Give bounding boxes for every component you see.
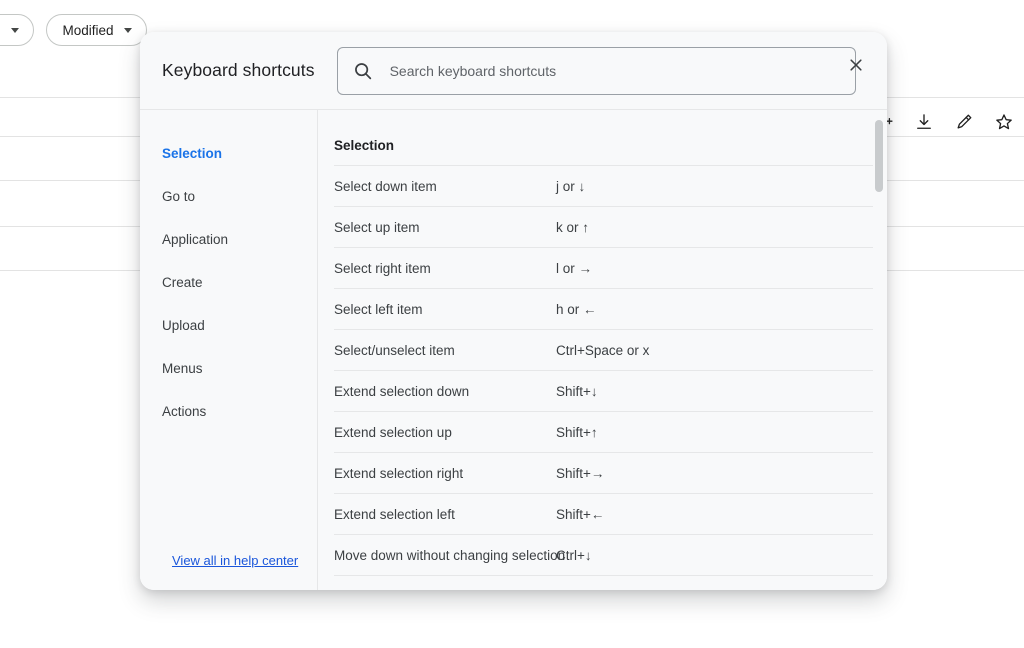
shortcut-keys: Shift+↑	[556, 425, 873, 440]
shortcut-label: Select/unselect item	[334, 343, 556, 358]
shortcut-label: Extend selection down	[334, 384, 556, 399]
shortcuts-list: Selection Select down item j or ↓ Select…	[318, 110, 887, 590]
shortcut-label: Select left item	[334, 302, 556, 317]
sidebar-item-create[interactable]: Create	[140, 261, 317, 304]
table-row: Extend selection right Shift+→	[334, 452, 873, 493]
shortcut-label: Extend selection up	[334, 425, 556, 440]
shortcut-keys: Shift+←	[556, 507, 873, 522]
filter-chip-people[interactable]: ople	[0, 14, 34, 46]
shortcut-label: Move up without changing selection	[334, 589, 556, 591]
shortcut-keys: Shift+→	[556, 466, 873, 481]
table-row: Select left item h or ←	[334, 288, 873, 329]
sidebar-item-label: Upload	[162, 318, 205, 333]
sidebar-item-actions[interactable]: Actions	[140, 390, 317, 433]
shortcut-keys: h or ←	[556, 302, 873, 317]
scrollbar-thumb[interactable]	[875, 120, 883, 192]
shortcut-keys: l or →	[556, 261, 873, 276]
filter-chip-people-label: ople	[0, 23, 1, 38]
sidebar-item-menus[interactable]: Menus	[140, 347, 317, 390]
table-row: Move up without changing selection Ctrl+…	[334, 575, 873, 590]
table-row: Extend selection up Shift+↑	[334, 411, 873, 452]
table-row: Move down without changing selection Ctr…	[334, 534, 873, 575]
chevron-down-icon	[11, 28, 19, 33]
filter-chip-row: ople Modified	[0, 14, 147, 46]
shortcut-label: Select down item	[334, 179, 556, 194]
dialog-header: Keyboard shortcuts	[140, 32, 887, 110]
edit-icon[interactable]	[954, 112, 974, 132]
sidebar-item-upload[interactable]: Upload	[140, 304, 317, 347]
filter-chip-modified-label: Modified	[63, 23, 114, 38]
screen: ople Modified	[0, 0, 1024, 648]
star-icon[interactable]	[994, 112, 1014, 132]
sidebar-item-label: Selection	[162, 146, 222, 161]
help-center-link[interactable]: View all in help center	[140, 553, 317, 590]
keyboard-shortcuts-dialog: Keyboard shortcuts Selection	[140, 32, 887, 590]
shortcuts-scrollbar[interactable]	[875, 110, 883, 590]
shortcut-label: Move down without changing selection	[334, 548, 556, 563]
shortcut-keys: Shift+↓	[556, 384, 873, 399]
table-row: Extend selection down Shift+↓	[334, 370, 873, 411]
shortcut-label: Select up item	[334, 220, 556, 235]
download-icon[interactable]	[914, 112, 934, 132]
shortcut-label: Select right item	[334, 261, 556, 276]
sidebar-item-application[interactable]: Application	[140, 218, 317, 261]
shortcut-keys: Ctrl+↓	[556, 548, 873, 563]
search-input[interactable]	[390, 63, 841, 79]
table-row: Extend selection left Shift+←	[334, 493, 873, 534]
search-box[interactable]	[337, 47, 856, 95]
sidebar-item-label: Go to	[162, 189, 195, 204]
sidebar-item-label: Application	[162, 232, 228, 247]
dialog-body: Selection Go to Application Create Uploa…	[140, 110, 887, 590]
filter-chip-modified[interactable]: Modified	[46, 14, 147, 46]
chevron-down-icon	[124, 28, 132, 33]
shortcuts-panel: Selection Select down item j or ↓ Select…	[318, 110, 887, 590]
shortcuts-group-title: Selection	[334, 110, 873, 165]
sidebar-item-go-to[interactable]: Go to	[140, 175, 317, 218]
close-icon[interactable]	[839, 48, 873, 82]
sidebar-item-label: Actions	[162, 404, 206, 419]
table-row: Select/unselect item Ctrl+Space or x	[334, 329, 873, 370]
shortcut-label: Extend selection right	[334, 466, 556, 481]
sidebar-item-label: Menus	[162, 361, 203, 376]
shortcut-keys: Ctrl+Space or x	[556, 343, 873, 358]
shortcut-keys: k or ↑	[556, 220, 873, 235]
shortcut-keys: Ctrl+↑	[556, 589, 873, 591]
table-row: Select right item l or →	[334, 247, 873, 288]
dialog-title: Keyboard shortcuts	[162, 60, 315, 81]
sidebar-item-label: Create	[162, 275, 203, 290]
shortcut-label: Extend selection left	[334, 507, 556, 522]
table-row: Select up item k or ↑	[334, 206, 873, 247]
file-row-actions	[874, 110, 1014, 134]
search-icon	[352, 60, 374, 82]
sidebar-item-selection[interactable]: Selection	[140, 132, 317, 175]
table-row: Select down item j or ↓	[334, 165, 873, 206]
dialog-sidebar: Selection Go to Application Create Uploa…	[140, 110, 318, 590]
shortcut-keys: j or ↓	[556, 179, 873, 194]
